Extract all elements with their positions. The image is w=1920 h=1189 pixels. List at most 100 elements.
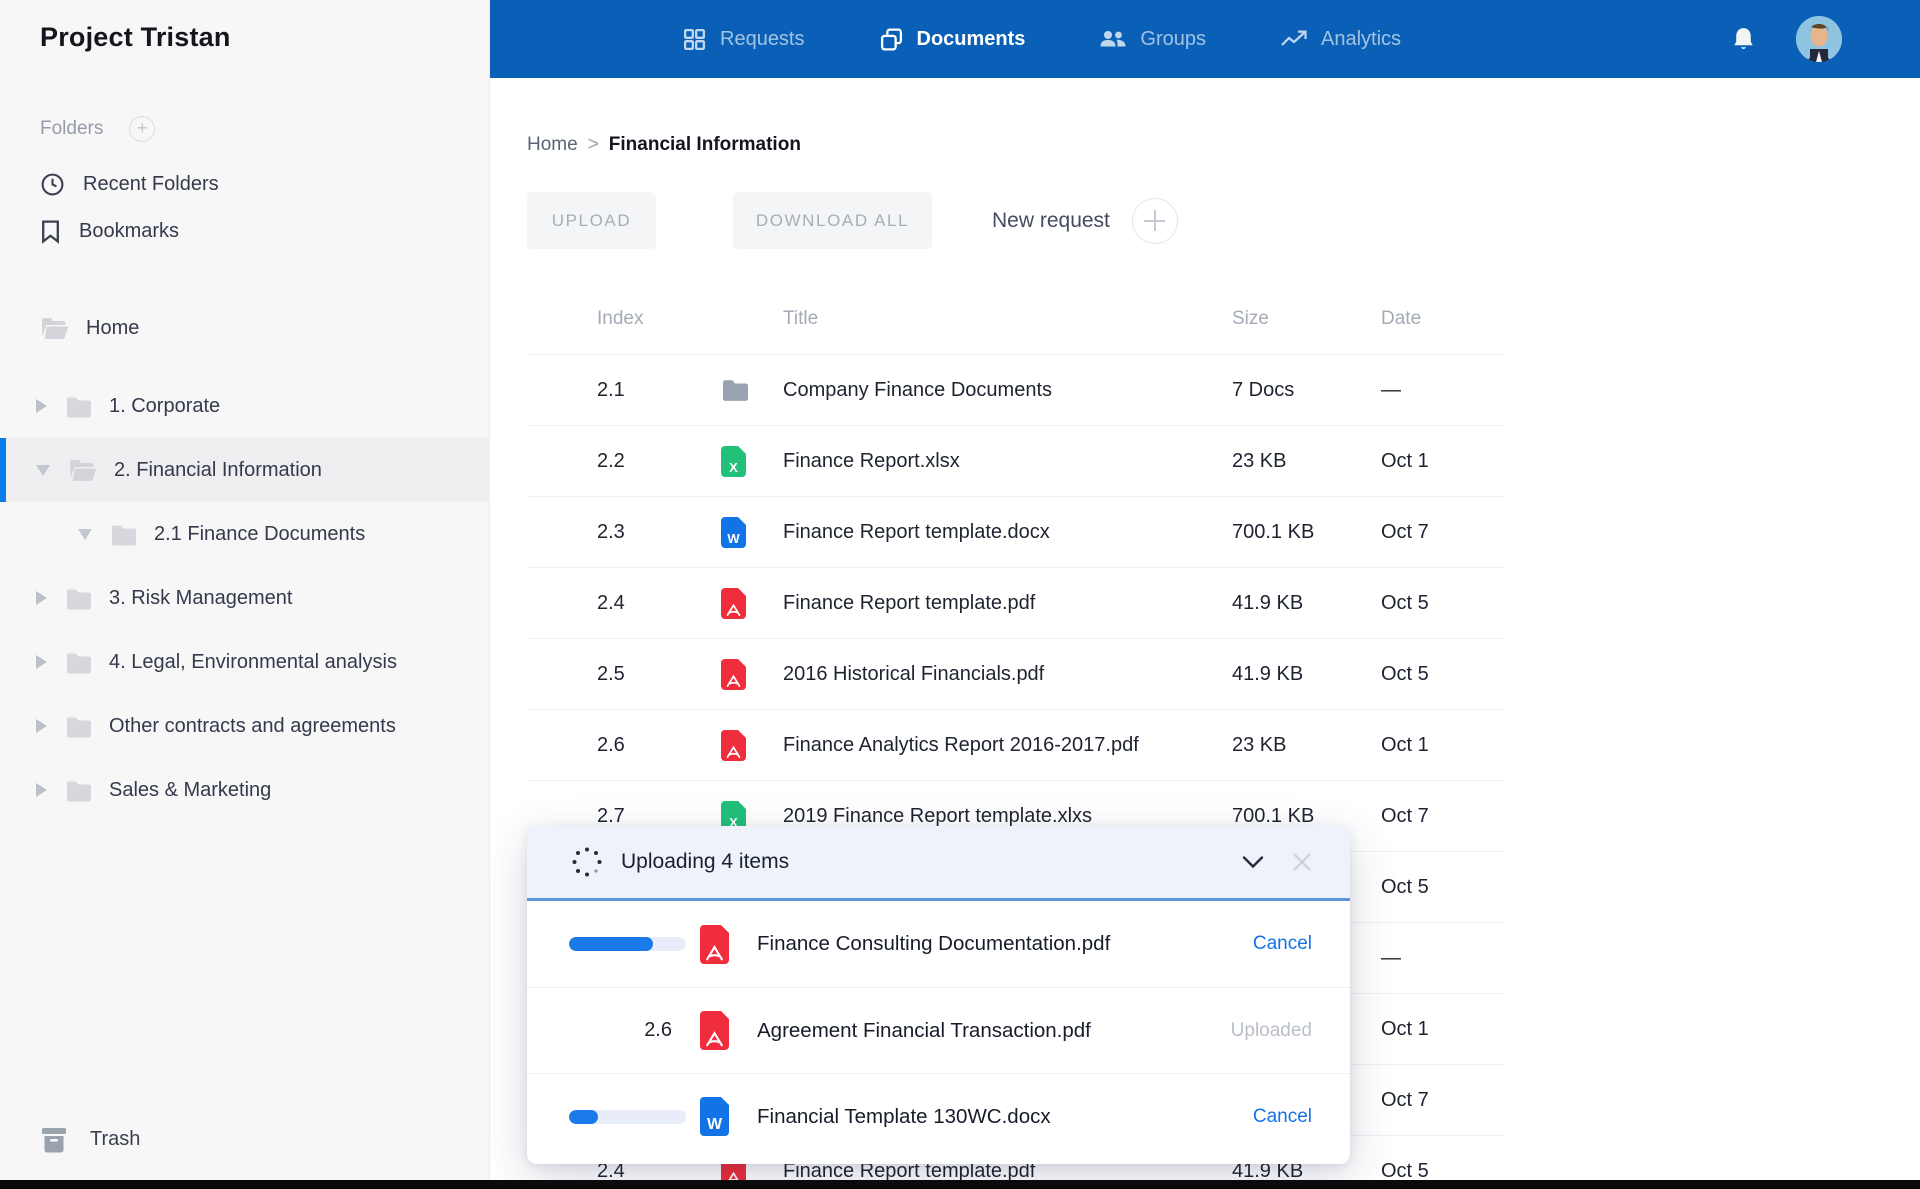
user-avatar[interactable] bbox=[1796, 16, 1842, 62]
tree-item-label: 4. Legal, Environmental analysis bbox=[109, 651, 397, 674]
pdf-file-icon bbox=[721, 588, 746, 619]
sidebar-item-2-financial-information[interactable]: 2. Financial Information bbox=[0, 438, 490, 502]
toolbar: UPLOAD DOWNLOAD ALL New request bbox=[527, 192, 1178, 249]
upload-button[interactable]: UPLOAD bbox=[527, 192, 656, 249]
row-title: 2019 Finance Report template.xlxs bbox=[783, 805, 1092, 828]
breadcrumb: Home > Financial Information bbox=[527, 134, 801, 156]
new-request-button[interactable]: New request bbox=[992, 198, 1178, 244]
caret-right-icon[interactable] bbox=[36, 591, 47, 605]
sidebar-item-3-risk-management[interactable]: 3. Risk Management bbox=[0, 566, 490, 630]
row-index: 2.4 bbox=[597, 592, 625, 615]
row-index: 2.6 bbox=[597, 734, 625, 757]
row-date: Oct 5 bbox=[1381, 876, 1429, 899]
pdf-file-icon bbox=[700, 1011, 729, 1050]
row-title: Finance Report template.docx bbox=[783, 521, 1050, 544]
table-row[interactable]: 2.2XFinance Report.xlsx23 KBOct 1 bbox=[527, 425, 1505, 496]
row-title: Finance Report.xlsx bbox=[783, 450, 960, 473]
header-index: Index bbox=[597, 308, 643, 330]
folders-section-label: Folders bbox=[40, 118, 103, 140]
excel-file-icon: X bbox=[721, 446, 746, 477]
tree-item-label: Sales & Marketing bbox=[109, 779, 271, 802]
row-date: Oct 5 bbox=[1381, 592, 1429, 615]
sidebar-item-bookmarks[interactable]: Bookmarks bbox=[40, 219, 179, 244]
bottom-edge-bar bbox=[0, 1180, 1920, 1189]
row-date: — bbox=[1381, 947, 1401, 970]
sidebar-item-recent-folders[interactable]: Recent Folders bbox=[40, 172, 219, 197]
upload-item-name: Finance Consulting Documentation.pdf bbox=[757, 932, 1110, 956]
plus-icon bbox=[1132, 198, 1178, 244]
upload-item-index: 2.6 bbox=[644, 1019, 686, 1042]
nav-tab-analytics[interactable]: Analytics bbox=[1280, 28, 1401, 51]
bookmark-icon bbox=[40, 219, 61, 244]
folder-closed-gray bbox=[65, 779, 93, 802]
table-row[interactable]: 2.4Finance Report template.pdf41.9 KBOct… bbox=[527, 567, 1505, 638]
upload-item-name: Agreement Financial Transaction.pdf bbox=[757, 1019, 1091, 1043]
nav-tab-requests[interactable]: Requests bbox=[682, 27, 805, 52]
row-index: 2.5 bbox=[597, 663, 625, 686]
upload-status-label: Uploaded bbox=[1231, 1020, 1312, 1042]
nav-tab-groups[interactable]: Groups bbox=[1099, 27, 1206, 51]
breadcrumb-current: Financial Information bbox=[609, 134, 801, 156]
table-row[interactable]: 2.6Finance Analytics Report 2016-2017.pd… bbox=[527, 709, 1505, 780]
download-all-button[interactable]: DOWNLOAD ALL bbox=[733, 192, 932, 249]
folder-closed-gray bbox=[65, 395, 93, 418]
folder-open-gray bbox=[68, 458, 98, 482]
trash-icon bbox=[40, 1126, 68, 1153]
spinner-icon bbox=[569, 844, 605, 880]
row-size: 41.9 KB bbox=[1232, 663, 1303, 686]
sidebar-item-2-1-finance-documents[interactable]: 2.1 Finance Documents bbox=[0, 502, 490, 566]
sidebar-item-1-corporate[interactable]: 1. Corporate bbox=[0, 374, 490, 438]
table-row[interactable]: 2.5 2016 Historical Financials.pdf 41.9 KB… bbox=[527, 638, 1505, 709]
upload-progress-panel: Uploading 4 items Finance Consulting Doc… bbox=[527, 826, 1350, 1164]
row-date: Oct 7 bbox=[1381, 521, 1429, 544]
caret-right-icon[interactable] bbox=[36, 719, 47, 733]
sidebar-item-4-legal-environmental-analysis[interactable]: 4. Legal, Environmental analysis bbox=[0, 630, 490, 694]
folder-icon bbox=[721, 378, 750, 402]
trash-icon bbox=[40, 1126, 68, 1153]
caret-right-icon[interactable] bbox=[36, 783, 47, 797]
spinner-icon bbox=[569, 844, 605, 880]
row-date: Oct 1 bbox=[1381, 734, 1429, 757]
close-icon[interactable] bbox=[1292, 852, 1312, 872]
row-date: Oct 1 bbox=[1381, 450, 1429, 473]
close-icon bbox=[1292, 852, 1312, 872]
nav-tab-label: Groups bbox=[1140, 28, 1206, 51]
cancel-upload-link[interactable]: Cancel bbox=[1253, 1106, 1312, 1128]
row-index: 2.2 bbox=[597, 450, 625, 473]
row-title: Company Finance Documents bbox=[783, 379, 1052, 402]
top-navbar: Requests Documents Groups Analytics bbox=[490, 0, 1920, 78]
analytics-icon bbox=[1280, 28, 1308, 50]
sidebar-item-home[interactable]: Home bbox=[0, 296, 490, 360]
breadcrumb-separator: > bbox=[588, 134, 599, 156]
row-size: 23 KB bbox=[1232, 734, 1286, 757]
chevron-down-icon[interactable] bbox=[1242, 855, 1264, 869]
nav-tab-label: Requests bbox=[720, 28, 805, 51]
add-folder-icon[interactable]: + bbox=[129, 116, 155, 142]
sidebar-item-trash[interactable]: Trash bbox=[40, 1126, 140, 1153]
notification-bell-icon[interactable] bbox=[1731, 26, 1756, 53]
new-request-label: New request bbox=[992, 209, 1110, 233]
breadcrumb-home-link[interactable]: Home bbox=[527, 134, 578, 156]
row-size: 700.1 KB bbox=[1232, 521, 1314, 544]
caret-down-icon[interactable] bbox=[78, 529, 92, 540]
nav-tab-documents[interactable]: Documents bbox=[879, 27, 1026, 52]
row-index: 2.3 bbox=[597, 521, 625, 544]
folder-open-gray bbox=[40, 316, 70, 340]
sidebar-item-other-contracts-and-agreements[interactable]: Other contracts and agreements bbox=[0, 694, 490, 758]
cancel-upload-link[interactable]: Cancel bbox=[1253, 933, 1312, 955]
table-row[interactable]: 2.1Company Finance Documents7 Docs— bbox=[527, 354, 1505, 425]
sidebar-item-sales-marketing[interactable]: Sales & Marketing bbox=[0, 758, 490, 822]
caret-down-icon[interactable] bbox=[36, 465, 50, 476]
row-date: Oct 7 bbox=[1381, 805, 1429, 828]
upload-item-name: Financial Template 130WC.docx bbox=[757, 1105, 1051, 1129]
folder-closed-gray bbox=[65, 715, 93, 738]
folder-closed-gray bbox=[110, 523, 138, 546]
row-title: 2016 Historical Financials.pdf bbox=[783, 663, 1044, 686]
tree-item-label: Home bbox=[86, 317, 139, 340]
caret-right-icon[interactable] bbox=[36, 399, 47, 413]
upload-panel-header: Uploading 4 items bbox=[527, 826, 1350, 901]
row-size: 7 Docs bbox=[1232, 379, 1294, 402]
folder-closed-gray bbox=[65, 651, 93, 674]
caret-right-icon[interactable] bbox=[36, 655, 47, 669]
table-row[interactable]: 2.3WFinance Report template.docx700.1 KB… bbox=[527, 496, 1505, 567]
